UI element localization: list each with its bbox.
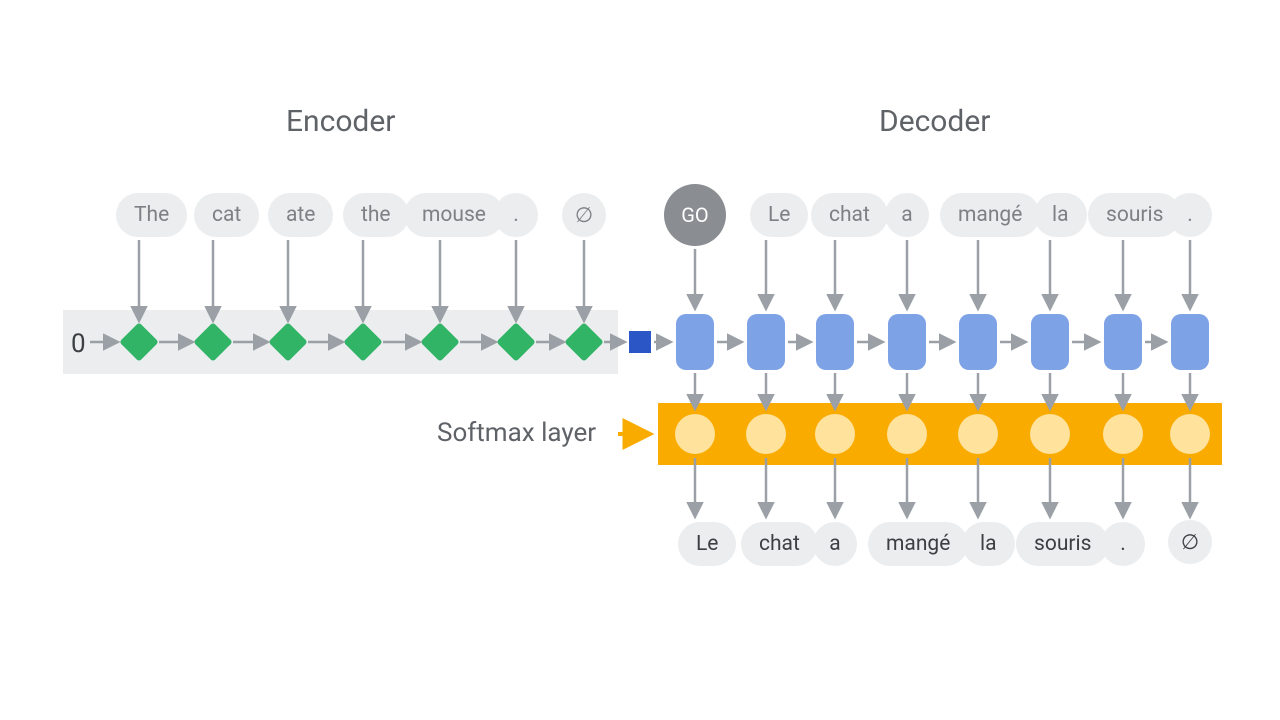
- decoder-cell-7: [1171, 314, 1209, 370]
- decoder-cell-4: [959, 314, 997, 370]
- decoder-output-5: souris: [1016, 522, 1109, 566]
- decoder-output-1: chat: [741, 522, 818, 566]
- decoder-cell-2: [816, 314, 854, 370]
- decoder-input-4: la: [1034, 193, 1087, 237]
- decoder-input-2: a: [885, 193, 929, 237]
- encoder-token-4: mouse: [404, 193, 504, 237]
- softmax-node-0: [675, 414, 715, 454]
- decoder-output-4: la: [962, 522, 1015, 566]
- softmax-node-1: [746, 414, 786, 454]
- decoder-output-7: ∅: [1168, 520, 1212, 564]
- decoder-cell-3: [888, 314, 926, 370]
- softmax-node-2: [815, 414, 855, 454]
- softmax-node-3: [887, 414, 927, 454]
- encoder-token-5: .: [494, 193, 538, 237]
- decoder-input-3: mangé: [940, 193, 1040, 237]
- decoder-cell-6: [1104, 314, 1142, 370]
- encoder-token-2: ate: [268, 193, 333, 237]
- softmax-node-7: [1170, 414, 1210, 454]
- decoder-output-3: mangé: [868, 522, 968, 566]
- decoder-input-6: .: [1168, 193, 1212, 237]
- decoder-output-0: Le: [678, 522, 736, 566]
- decoder-go-token: GO: [664, 184, 726, 246]
- decoder-output-2: a: [813, 522, 857, 566]
- context-vector: [629, 331, 651, 353]
- encoder-token-6: ∅: [562, 193, 606, 237]
- decoder-title: Decoder: [879, 104, 990, 139]
- encoder-token-1: cat: [194, 193, 259, 237]
- decoder-cell-5: [1031, 314, 1069, 370]
- encoder-initial-state: 0: [71, 329, 86, 359]
- encoder-token-3: the: [343, 193, 409, 237]
- encoder-title: Encoder: [286, 104, 395, 139]
- decoder-input-1: chat: [811, 193, 888, 237]
- decoder-cell-1: [747, 314, 785, 370]
- softmax-node-6: [1103, 414, 1143, 454]
- softmax-node-5: [1030, 414, 1070, 454]
- softmax-node-4: [958, 414, 998, 454]
- softmax-label: Softmax layer: [437, 418, 596, 448]
- decoder-input-0: Le: [750, 193, 808, 237]
- encoder-token-0: The: [116, 193, 187, 237]
- decoder-cell-0: [676, 314, 714, 370]
- decoder-output-6: .: [1101, 522, 1145, 566]
